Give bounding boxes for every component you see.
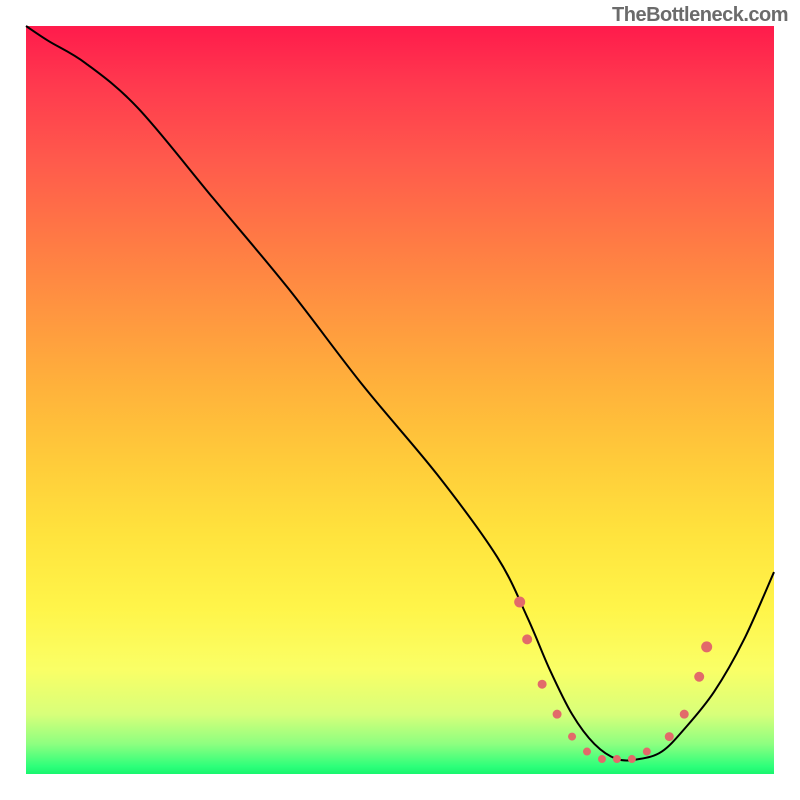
marker-layer <box>26 26 774 774</box>
marker-m11 <box>665 732 674 741</box>
marker-m1 <box>514 596 525 607</box>
marker-m2 <box>522 634 532 644</box>
marker-m3 <box>538 680 547 689</box>
marker-m10 <box>643 748 651 756</box>
chart-container: TheBottleneck.com <box>0 0 800 800</box>
attribution-text: TheBottleneck.com <box>612 4 788 27</box>
marker-m4 <box>553 710 562 719</box>
marker-m8 <box>613 755 621 763</box>
marker-m12 <box>680 710 689 719</box>
marker-m9 <box>628 755 636 763</box>
marker-m5 <box>568 733 576 741</box>
marker-m14 <box>701 641 712 652</box>
valley-markers <box>514 596 712 763</box>
marker-m13 <box>694 672 704 682</box>
marker-m6 <box>583 748 591 756</box>
marker-m7 <box>598 755 606 763</box>
